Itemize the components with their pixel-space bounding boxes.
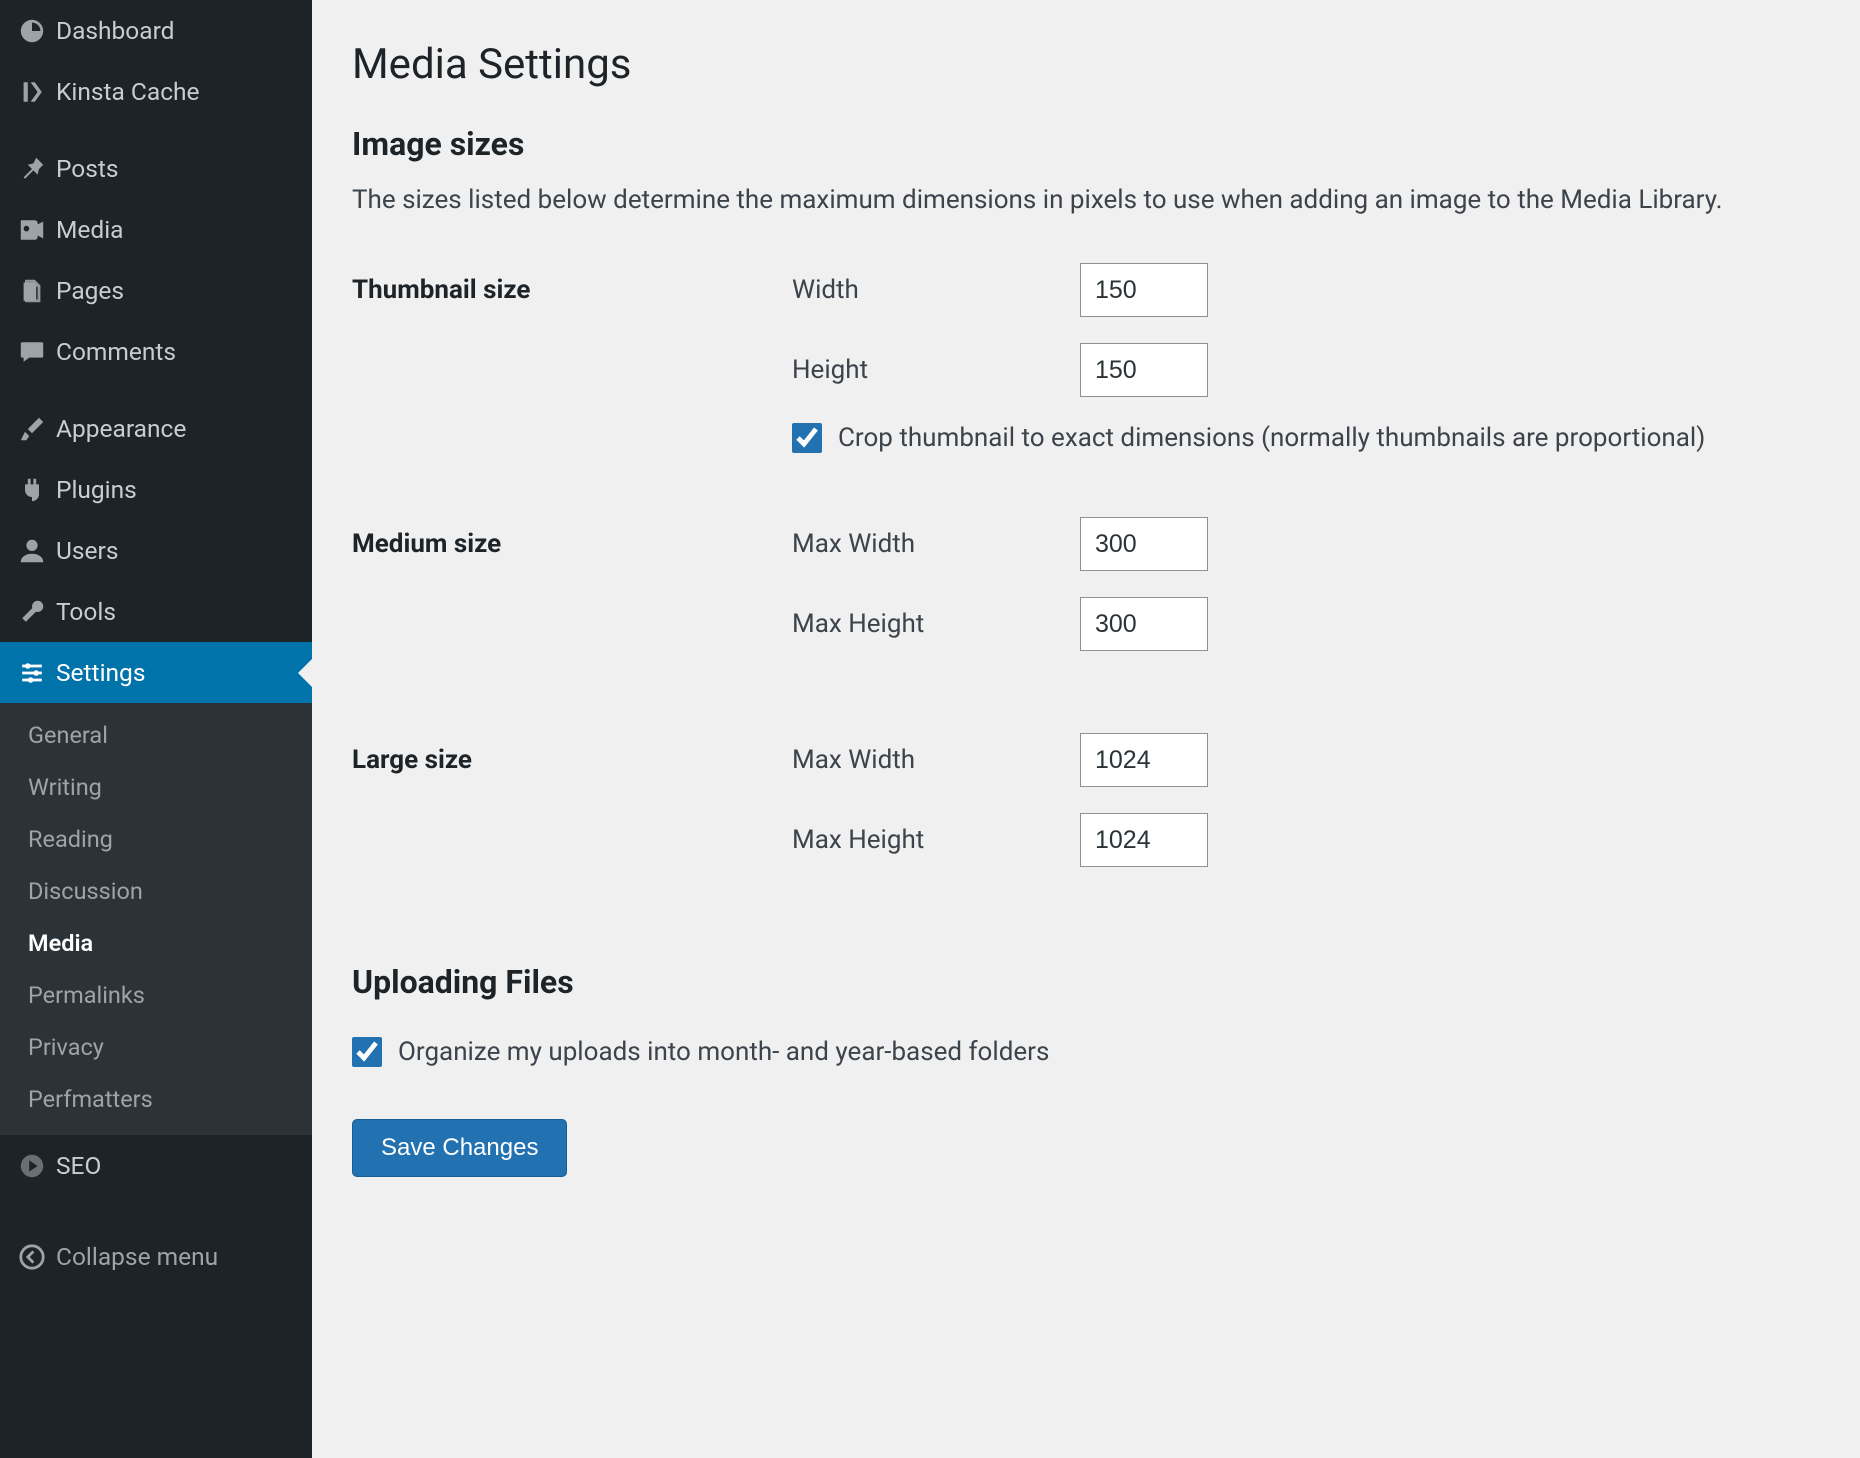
sidebar-item-pages[interactable]: Pages bbox=[0, 260, 312, 321]
large-height-input[interactable] bbox=[1080, 813, 1208, 867]
thumbnail-width-input[interactable] bbox=[1080, 263, 1208, 317]
image-sizes-table: Thumbnail size Width Height Crop thumbna… bbox=[352, 263, 1820, 923]
submenu-item-privacy[interactable]: Privacy bbox=[0, 1021, 312, 1073]
large-width-input[interactable] bbox=[1080, 733, 1208, 787]
thumbnail-height-input[interactable] bbox=[1080, 343, 1208, 397]
sidebar-item-kinsta-cache[interactable]: Kinsta Cache bbox=[0, 61, 312, 122]
organize-uploads-label: Organize my uploads into month- and year… bbox=[398, 1037, 1049, 1067]
label: Media bbox=[56, 215, 294, 244]
medium-height-input[interactable] bbox=[1080, 597, 1208, 651]
seo-icon bbox=[18, 1152, 56, 1180]
sidebar-item-posts[interactable]: Posts bbox=[0, 138, 312, 199]
submenu-item-general[interactable]: General bbox=[0, 709, 312, 761]
comment-icon bbox=[18, 338, 56, 366]
media-icon bbox=[18, 216, 56, 244]
save-changes-button[interactable]: Save Changes bbox=[352, 1119, 567, 1177]
submenu-item-writing[interactable]: Writing bbox=[0, 761, 312, 813]
medium-label: Medium size bbox=[352, 517, 792, 707]
label: Kinsta Cache bbox=[56, 77, 294, 106]
submenu-item-media[interactable]: Media bbox=[0, 917, 312, 969]
collapse-menu-button[interactable]: Collapse menu bbox=[0, 1224, 312, 1289]
image-sizes-desc: The sizes listed below determine the max… bbox=[352, 185, 1820, 215]
thumbnail-crop-checkbox[interactable] bbox=[792, 423, 822, 453]
dashboard-icon bbox=[18, 17, 56, 45]
thumbnail-width-label: Width bbox=[792, 275, 1080, 305]
settings-submenu: General Writing Reading Discussion Media… bbox=[0, 703, 312, 1135]
image-sizes-heading: Image sizes bbox=[352, 125, 1820, 163]
organize-uploads-checkbox[interactable] bbox=[352, 1037, 382, 1067]
label: Dashboard bbox=[56, 16, 294, 45]
content-area: Media Settings Image sizes The sizes lis… bbox=[312, 0, 1860, 1458]
thumbnail-height-label: Height bbox=[792, 355, 1080, 385]
plug-icon bbox=[18, 476, 56, 504]
sidebar-item-seo[interactable]: SEO bbox=[0, 1135, 312, 1196]
label: Collapse menu bbox=[56, 1242, 218, 1271]
label: Tools bbox=[56, 597, 294, 626]
uploading-files-heading: Uploading Files bbox=[352, 963, 1820, 1001]
sidebar-item-users[interactable]: Users bbox=[0, 520, 312, 581]
page-title: Media Settings bbox=[352, 40, 1820, 89]
sidebar-item-settings[interactable]: Settings bbox=[0, 642, 312, 703]
label: Posts bbox=[56, 154, 294, 183]
submenu-item-reading[interactable]: Reading bbox=[0, 813, 312, 865]
thumbnail-label: Thumbnail size bbox=[352, 263, 792, 483]
label: Appearance bbox=[56, 414, 294, 443]
label: SEO bbox=[56, 1151, 294, 1180]
large-width-label: Max Width bbox=[792, 745, 1080, 775]
large-height-label: Max Height bbox=[792, 825, 1080, 855]
submenu-item-discussion[interactable]: Discussion bbox=[0, 865, 312, 917]
sidebar-item-dashboard[interactable]: Dashboard bbox=[0, 0, 312, 61]
label: Pages bbox=[56, 276, 294, 305]
pin-icon bbox=[18, 155, 56, 183]
sliders-icon bbox=[18, 659, 56, 687]
page-icon bbox=[18, 277, 56, 305]
sidebar-item-tools[interactable]: Tools bbox=[0, 581, 312, 642]
user-icon bbox=[18, 537, 56, 565]
submenu-item-perfmatters[interactable]: Perfmatters bbox=[0, 1073, 312, 1125]
collapse-icon bbox=[18, 1243, 56, 1271]
medium-width-input[interactable] bbox=[1080, 517, 1208, 571]
sidebar-item-media[interactable]: Media bbox=[0, 199, 312, 260]
sidebar-item-plugins[interactable]: Plugins bbox=[0, 459, 312, 520]
kinsta-icon bbox=[18, 78, 56, 106]
medium-height-label: Max Height bbox=[792, 609, 1080, 639]
label: Plugins bbox=[56, 475, 294, 504]
submenu-item-permalinks[interactable]: Permalinks bbox=[0, 969, 312, 1021]
sidebar-item-appearance[interactable]: Appearance bbox=[0, 398, 312, 459]
label: Users bbox=[56, 536, 294, 565]
thumbnail-crop-label: Crop thumbnail to exact dimensions (norm… bbox=[838, 423, 1705, 453]
large-label: Large size bbox=[352, 733, 792, 923]
label: Comments bbox=[56, 337, 294, 366]
label: Settings bbox=[56, 658, 294, 687]
admin-sidebar: Dashboard Kinsta Cache Posts Media Pages… bbox=[0, 0, 312, 1458]
wrench-icon bbox=[18, 598, 56, 626]
sidebar-item-comments[interactable]: Comments bbox=[0, 321, 312, 382]
medium-width-label: Max Width bbox=[792, 529, 1080, 559]
brush-icon bbox=[18, 415, 56, 443]
